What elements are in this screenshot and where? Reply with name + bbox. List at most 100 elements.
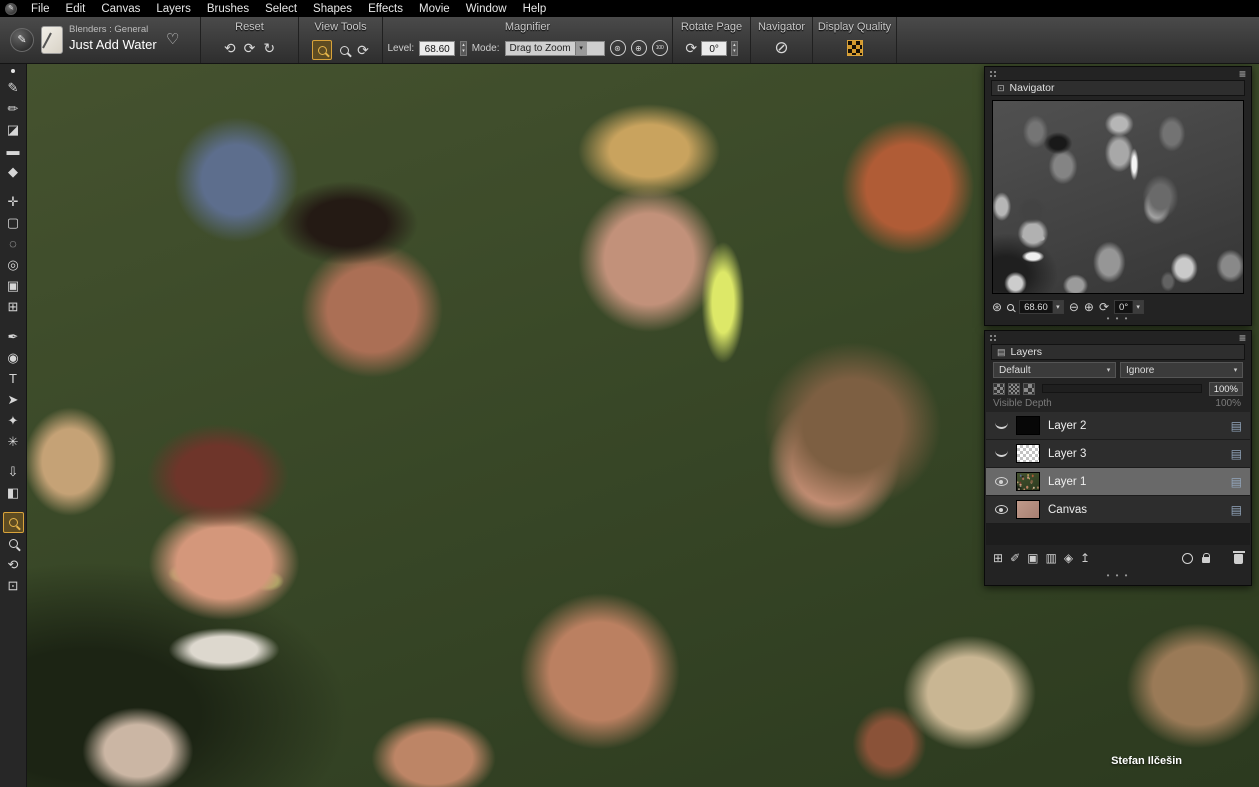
menu-select[interactable]: Select (257, 3, 305, 15)
brush-preset-thumbnail[interactable] (41, 26, 63, 54)
zoom-in-icon[interactable]: ⊕ (1084, 300, 1094, 314)
reset-brush-icon[interactable]: ⟲ (224, 40, 236, 56)
merge-layer-icon[interactable]: ▥ (1045, 550, 1056, 566)
panel-menu-icon[interactable]: ≡ (1239, 67, 1246, 81)
visibility-toggle[interactable] (986, 477, 1016, 486)
menu-canvas[interactable]: Canvas (93, 3, 148, 15)
paintbrush-tool[interactable]: ✏ (3, 98, 24, 119)
reset-settings-icon[interactable]: ⟳ (244, 40, 256, 56)
menu-layers[interactable]: Layers (148, 3, 199, 15)
menu-window[interactable]: Window (458, 3, 515, 15)
menu-movie[interactable]: Movie (411, 3, 458, 15)
rotate-page-icon[interactable]: ⟳ (685, 40, 697, 56)
display-quality-icon[interactable] (847, 40, 863, 56)
knife-tool[interactable]: ◆ (3, 161, 24, 182)
fill-tool[interactable]: ⇩ (3, 461, 24, 482)
navigator-rotation-input[interactable]: 0° ▾ (1114, 300, 1144, 314)
zoom-page-icon[interactable]: ⊛ (610, 40, 626, 56)
layer-texture-icon[interactable]: ▤ (1231, 503, 1242, 517)
ink-pen-tool[interactable]: ✒ (3, 326, 24, 347)
opacity-tile-icon[interactable] (1023, 383, 1035, 395)
layer-row-layer2[interactable]: Layer 2 ▤ (986, 412, 1250, 440)
favorite-heart-icon[interactable]: ♡ (166, 30, 179, 48)
zoom-plus-icon[interactable]: ⊕ (631, 40, 647, 56)
export-layer-icon[interactable]: ↥ (1080, 550, 1090, 566)
rotate-view-icon[interactable]: ⟳ (1099, 300, 1109, 314)
pan-tool[interactable]: ⊡ (3, 575, 24, 596)
visibility-toggle[interactable] (986, 505, 1016, 514)
navigator-preview[interactable] (992, 100, 1244, 294)
zoom-out-icon[interactable]: ⊖ (1069, 300, 1079, 314)
panel-drag-handle[interactable] (989, 334, 998, 342)
new-layer-icon[interactable]: ⊞ (993, 550, 1003, 566)
gradient-tool[interactable]: ◧ (3, 482, 24, 503)
blend-mode-select[interactable]: Default ▾ (993, 362, 1116, 378)
sticker-tool[interactable]: ▣ (3, 275, 24, 296)
opacity-tile-icon[interactable] (1008, 383, 1020, 395)
roller-tool[interactable]: ▬ (3, 140, 24, 161)
panel-drag-handle[interactable] (989, 70, 998, 78)
stylus-icon[interactable]: ✎ (10, 28, 34, 52)
rotation-stepper[interactable]: ▴▾ (731, 41, 738, 56)
duplicate-layer-icon[interactable]: ▣ (1027, 550, 1038, 566)
zoom-level-stepper[interactable]: ▴▾ (460, 41, 467, 56)
zoom-100-icon[interactable]: 100 (652, 40, 668, 56)
opacity-value[interactable]: 100% (1209, 382, 1243, 396)
magnifier-icon[interactable] (340, 46, 349, 55)
menu-brushes[interactable]: Brushes (199, 3, 257, 15)
reset-rotation-icon[interactable]: ↻ (263, 40, 275, 56)
layer-row-layer3[interactable]: Layer 3 ▤ (986, 440, 1250, 468)
selection-circle-icon[interactable] (1182, 553, 1193, 564)
menu-effects[interactable]: Effects (360, 3, 411, 15)
rotate-view-icon[interactable]: ⟳ (357, 42, 369, 58)
layer-bucket-icon[interactable]: ◈ (1064, 550, 1073, 566)
opacity-tile-icon[interactable] (993, 383, 1005, 395)
lasso-tool[interactable]: ◌ (3, 233, 24, 254)
zoom-level-input[interactable]: 68.60 (419, 41, 455, 56)
brush-preset-area[interactable]: ✎ Blenders : General Just Add Water ♡ (0, 17, 200, 64)
layer-row-layer1-selected[interactable]: Layer 1 ▤ (986, 468, 1250, 496)
select-tool[interactable]: ▢ (3, 212, 24, 233)
crop-tool[interactable]: ⊞ (3, 296, 24, 317)
lock-icon[interactable] (1202, 557, 1210, 563)
rotation-input[interactable]: 0° (701, 41, 727, 56)
menu-edit[interactable]: Edit (58, 3, 94, 15)
layers-panel-titlebar[interactable]: ▤ Layers (991, 344, 1245, 360)
menu-help[interactable]: Help (515, 3, 555, 15)
stamp-tool[interactable]: ◉ (3, 347, 24, 368)
magnifier-tool-button-selected[interactable] (312, 40, 332, 60)
pencil-tool[interactable]: ✎ (3, 77, 24, 98)
magnifier-tool-selected[interactable] (3, 512, 24, 533)
delete-layer-icon[interactable] (1234, 554, 1243, 564)
rotate-view-tool[interactable]: ⟲ (3, 554, 24, 575)
panel-resize-dots[interactable]: • • • (985, 314, 1251, 323)
filter-mode-select[interactable]: Ignore ▾ (1120, 362, 1243, 378)
watercolor-tool[interactable]: ✦ (3, 410, 24, 431)
layer-texture-icon[interactable]: ▤ (1231, 475, 1242, 489)
layer-texture-icon[interactable]: ▤ (1231, 447, 1242, 461)
layer-pen-icon[interactable]: ✐ (1010, 550, 1020, 566)
navigator-toggle-icon[interactable]: ⊘ (774, 40, 788, 56)
magnifier-icon[interactable] (1007, 304, 1014, 311)
cursor-tool[interactable]: ➤ (3, 389, 24, 410)
visibility-toggle[interactable] (986, 450, 1016, 457)
navigator-zoom-input[interactable]: 68.60 ▾ (1019, 300, 1064, 314)
opacity-slider[interactable] (1042, 384, 1202, 393)
zoom-mode-select[interactable]: Drag to Zoom ▾ (505, 41, 605, 56)
gear-icon[interactable]: ⊛ (992, 300, 1002, 314)
eraser-tool[interactable]: ◪ (3, 119, 24, 140)
text-tool[interactable]: T (3, 368, 24, 389)
glitter-tool[interactable]: ✳ (3, 431, 24, 452)
menu-file[interactable]: File (23, 3, 58, 15)
panel-resize-dots[interactable]: • • • (985, 571, 1251, 580)
transform-tool[interactable]: ✛ (3, 191, 24, 212)
visibility-toggle[interactable] (986, 422, 1016, 429)
layer-row-canvas[interactable]: Canvas ▤ (986, 496, 1250, 524)
panel-menu-icon[interactable]: ≡ (1239, 331, 1246, 345)
magnifier-tool[interactable] (3, 533, 24, 554)
drag-handle-dot[interactable] (11, 69, 15, 73)
menu-shapes[interactable]: Shapes (305, 3, 360, 15)
layer-texture-icon[interactable]: ▤ (1231, 419, 1242, 433)
sampler-tool[interactable]: ◎ (3, 254, 24, 275)
navigator-panel-titlebar[interactable]: ⊡ Navigator (991, 80, 1245, 96)
